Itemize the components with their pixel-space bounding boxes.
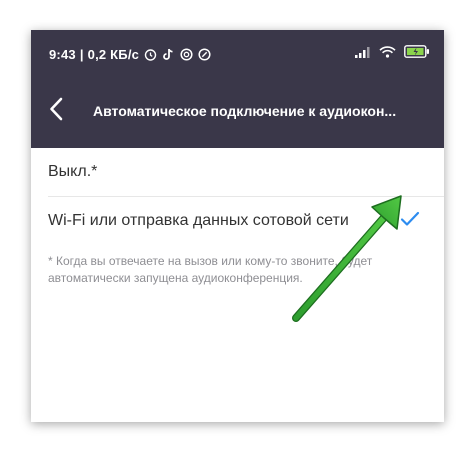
status-bar-left: 9:43 | 0,2 КБ/с — [49, 46, 211, 62]
option-off[interactable]: Выкл.* — [31, 149, 444, 195]
status-network-speed: 0,2 КБ/с — [87, 46, 140, 62]
app-icon-2 — [197, 47, 211, 61]
battery-charging-icon — [404, 45, 430, 63]
wifi-icon — [379, 45, 396, 63]
back-button[interactable] — [41, 96, 71, 126]
footnote-area: * Когда вы отвечаете на вызов или кому-т… — [31, 247, 444, 307]
option-label: Wi-Fi или отправка данных сотовой сети — [48, 212, 349, 229]
chevron-left-icon — [49, 97, 63, 126]
alarm-icon — [143, 47, 157, 61]
settings-content: Выкл.* Wi-Fi или отправка данных сотовой… — [31, 148, 444, 422]
checkmark-icon — [400, 211, 420, 227]
signal-icon — [355, 45, 371, 63]
footnote-text: * Когда вы отвечаете на вызов или кому-т… — [48, 254, 373, 285]
status-bar-right — [355, 45, 430, 63]
status-bar: 9:43 | 0,2 КБ/с — [31, 30, 444, 78]
app-icon — [179, 47, 193, 61]
status-separator: | — [79, 46, 84, 62]
phone-screen: 9:43 | 0,2 КБ/с Автоматическое подключен… — [31, 30, 444, 422]
option-label: Выкл.* — [48, 163, 98, 180]
tiktok-icon — [161, 47, 175, 61]
status-time: 9:43 — [49, 46, 76, 62]
app-toolbar: Автоматическое подключение к аудиокон... — [31, 78, 444, 148]
page-title: Автоматическое подключение к аудиокон... — [93, 103, 397, 119]
divider — [48, 196, 444, 197]
option-wifi-or-cellular[interactable]: Wi-Fi или отправка данных сотовой сети — [31, 198, 444, 244]
